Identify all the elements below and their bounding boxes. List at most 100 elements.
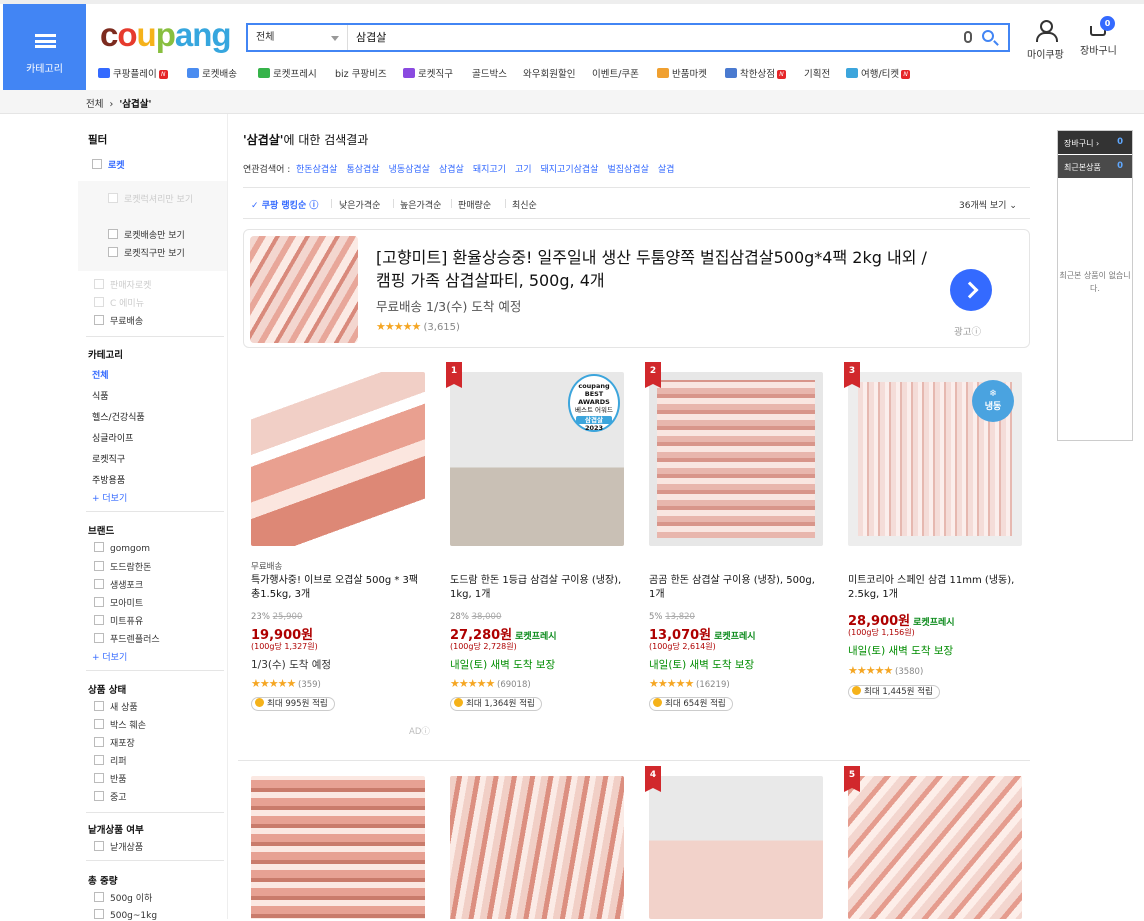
sort-newest[interactable]: 최신순 xyxy=(512,198,537,211)
search-icon[interactable] xyxy=(982,30,994,42)
nav-item-goldbox[interactable]: 골드박스 xyxy=(472,66,507,80)
sponsored-product-card[interactable]: [고향미트] 환율상승중! 일주일내 생산 두툼양쪽 벌집삼겹살500g*4팩 … xyxy=(243,229,1030,348)
checkbox xyxy=(94,579,104,589)
category-kitchen[interactable]: 주방용품 xyxy=(92,473,125,486)
product-card[interactable] xyxy=(251,776,426,919)
microphone-icon[interactable] xyxy=(964,31,972,43)
nav-item-biz[interactable]: biz 쿠팡비즈 xyxy=(335,66,387,80)
filter-seller-rocket[interactable]: 판매자로켓 xyxy=(94,278,151,291)
category-menu-button[interactable]: 카테고리 xyxy=(3,4,86,90)
product-image[interactable] xyxy=(250,236,358,343)
condition-item[interactable]: 리퍼 xyxy=(94,754,127,767)
product-image[interactable] xyxy=(251,372,425,546)
product-name[interactable]: 도드람 한돈 1등급 삼겹살 구이용 (냉장), 1kg, 1개 xyxy=(450,574,625,602)
nav-item-travel[interactable]: 여행/티켓 N xyxy=(846,66,911,80)
related-link[interactable]: 돼지고기삼겹살 xyxy=(541,165,599,175)
ad-product-title[interactable]: [고향미트] 환율상승중! 일주일내 생산 두툼양쪽 벌집삼겹살500g*4팩 … xyxy=(376,246,936,292)
related-link[interactable]: 벌집삼겹살 xyxy=(607,165,648,175)
rank-badge: 5 xyxy=(844,766,860,792)
product-card[interactable] xyxy=(450,776,625,919)
related-link[interactable]: 통삼겹살 xyxy=(346,165,379,175)
sort-low-price[interactable]: 낮은가격순 xyxy=(339,198,380,211)
related-link[interactable]: 돼지고기 xyxy=(473,165,506,175)
nav-item-goodstore[interactable]: 착한상점 N xyxy=(725,66,786,80)
checkbox xyxy=(94,542,104,552)
product-rating: ★★★★★ (359) xyxy=(251,677,321,690)
nav-item-rocket[interactable]: 로켓배송 xyxy=(187,66,237,80)
condition-item[interactable]: 박스 훼손 xyxy=(94,718,146,731)
nav-item-rocketfresh[interactable]: 로켓프레시 xyxy=(258,66,317,80)
brand-item[interactable]: gomgom xyxy=(94,542,150,554)
nav-item-global[interactable]: 로켓직구 xyxy=(403,66,453,80)
nav-item-wow[interactable]: 와우회원할인 xyxy=(523,66,575,80)
product-image[interactable] xyxy=(649,372,823,546)
category-global[interactable]: 로켓직구 xyxy=(92,452,125,465)
nav-item-coupangplay[interactable]: 쿠팡플레이 N xyxy=(98,66,168,80)
filter-sidebar: 필터 로켓 로켓럭셔리만 보기 로켓배송만 보기 로켓직구만 보기 판매자로켓 … xyxy=(78,114,228,921)
nav-item-special[interactable]: 기획전 xyxy=(804,66,830,80)
unit-price: (100g당 1,156원) xyxy=(848,628,915,637)
brand-item[interactable]: 도드람한돈 xyxy=(94,560,151,573)
product-rating: ★★★★★ (3580) xyxy=(848,664,924,677)
side-cart-link[interactable]: 장바구니 › 0 xyxy=(1058,131,1132,154)
category-health[interactable]: 헬스/건강식품 xyxy=(92,410,145,423)
brand-item[interactable]: 모아미트 xyxy=(94,596,143,609)
ad-rating: ★★★★★ (3,615) xyxy=(376,320,460,333)
product-card[interactable]: 5 xyxy=(844,766,1023,919)
single-item[interactable]: 낱개상품 xyxy=(94,840,143,853)
product-image[interactable] xyxy=(450,776,624,919)
brand-item[interactable]: 생생포크 xyxy=(94,578,143,591)
category-food[interactable]: 식품 xyxy=(92,389,109,402)
product-card[interactable]: 4 xyxy=(645,766,824,919)
next-arrow-button[interactable] xyxy=(950,269,992,311)
weight-item[interactable]: 500g~1kg xyxy=(94,909,157,921)
related-link[interactable]: 한돈삼겹살 xyxy=(296,165,337,175)
product-name[interactable]: 특가행사중! 이브로 오겹살 500g * 3팩 총1.5kg, 3개 xyxy=(251,574,426,602)
condition-item[interactable]: 반품 xyxy=(94,772,127,785)
condition-item[interactable]: 중고 xyxy=(94,790,127,803)
ad-label[interactable]: 광고ⓘ xyxy=(954,324,981,338)
filter-rocket-luxury[interactable]: 로켓럭셔리만 보기 xyxy=(108,192,193,205)
brand-more-link[interactable]: + 더보기 xyxy=(92,650,127,663)
rocket-fresh-label: 로켓프레시 xyxy=(515,632,557,642)
recent-items-link[interactable]: 최근본상품 0 xyxy=(1058,155,1132,178)
related-link[interactable]: 냉동삼겹살 xyxy=(389,165,430,175)
related-link[interactable]: 고기 xyxy=(515,165,532,175)
filter-rocket[interactable]: 로켓 xyxy=(92,158,125,171)
chevron-down-icon xyxy=(331,36,339,45)
condition-item[interactable]: 재포장 xyxy=(94,736,135,749)
weight-item[interactable]: 500g 이하 xyxy=(94,891,152,904)
related-link[interactable]: 삼겹살 xyxy=(439,165,464,175)
filter-emini[interactable]: C 에미뉴 xyxy=(94,296,144,309)
mycoupang-button[interactable]: 마이쿠팡 xyxy=(1027,20,1064,61)
filter-free-shipping[interactable]: 무료배송 xyxy=(94,314,143,327)
search-scope-select[interactable]: 전체 xyxy=(248,25,348,50)
breadcrumb-root[interactable]: 전체 xyxy=(86,99,103,110)
category-more-link[interactable]: + 더보기 xyxy=(92,491,127,504)
search-input[interactable]: 삼겹살 xyxy=(356,25,386,50)
product-image[interactable] xyxy=(848,776,1022,919)
product-name[interactable]: 곰곰 한돈 삼겹살 구이용 (냉장), 500g, 1개 xyxy=(649,574,824,602)
play-icon xyxy=(98,68,110,78)
ad-label-small[interactable]: ADⓘ xyxy=(409,725,430,737)
condition-item[interactable]: 새 상품 xyxy=(94,700,138,713)
brand-item[interactable]: 푸드렌플러스 xyxy=(94,632,160,645)
filter-rocket-global[interactable]: 로켓직구만 보기 xyxy=(108,246,185,259)
product-image[interactable] xyxy=(649,776,823,919)
delivery-info: 1/3(수) 도착 예정 xyxy=(251,659,332,671)
sort-sales[interactable]: 판매량순 xyxy=(458,198,491,211)
nav-item-event[interactable]: 이벤트/쿠폰 xyxy=(592,66,639,80)
category-all[interactable]: 전체 xyxy=(92,368,109,381)
coupang-logo[interactable]: coupang xyxy=(100,16,232,54)
sort-ranking[interactable]: ✓ 쿠팡 랭킹순 ⓘ xyxy=(251,198,318,211)
per-page-select[interactable]: 36개씩 보기 ⌄ xyxy=(959,198,1017,211)
related-link[interactable]: 살겹 xyxy=(658,165,675,175)
product-image[interactable] xyxy=(251,776,425,919)
category-single[interactable]: 싱글라이프 xyxy=(92,431,133,444)
sort-high-price[interactable]: 높은가격순 xyxy=(400,198,441,211)
product-name[interactable]: 미트코리아 스페인 삼겹 11mm (냉동), 2.5kg, 1개 xyxy=(848,574,1023,602)
nav-item-return[interactable]: 반품마켓 xyxy=(657,66,707,80)
category-title: 카테고리 xyxy=(88,350,123,361)
filter-rocket-delivery[interactable]: 로켓배송만 보기 xyxy=(108,228,185,241)
brand-item[interactable]: 미트퓨유 xyxy=(94,614,143,627)
